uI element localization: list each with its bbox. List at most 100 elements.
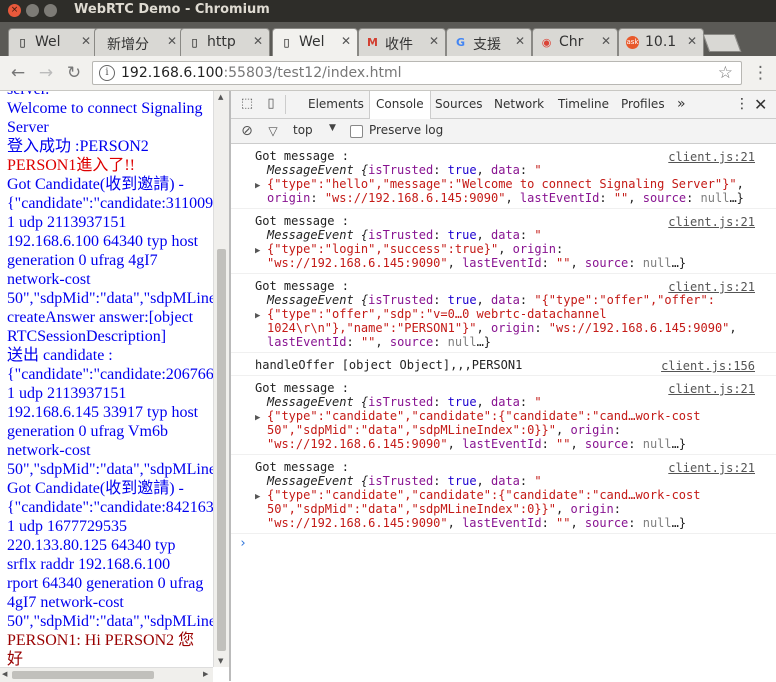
browser-tab[interactable]: G 支援 ✕ — [446, 28, 532, 56]
log-line: 1 udp 2113937151 — [7, 385, 127, 402]
source-link[interactable]: client.js:21 — [668, 215, 755, 229]
close-icon[interactable]: ✕ — [687, 34, 697, 48]
browser-tab[interactable]: ▯ http ✕ — [180, 28, 270, 56]
log-line: createAnswer answer:[object — [7, 309, 194, 326]
close-icon[interactable]: ✕ — [253, 34, 263, 48]
expand-triangle-icon[interactable]: ▶ — [255, 179, 260, 193]
log-line: {"candidate":"candidate:2067666 — [7, 366, 222, 383]
console-message: Got message : MessageEvent {isTrusted: tr… — [231, 376, 776, 455]
device-toolbar-icon[interactable]: ▯ — [263, 96, 279, 112]
doc-icon: ▯ — [19, 36, 26, 49]
console-line: 1024\r\n"},"name":"PERSON1"}", origin: "… — [267, 321, 737, 335]
log-line: 登入成功 :PERSON2 — [7, 138, 149, 155]
scroll-right-icon[interactable]: ▶ — [203, 670, 208, 678]
source-link[interactable]: client.js:156 — [661, 359, 755, 373]
console-line: "ws://192.168.6.145:9090", lastEventId: … — [267, 256, 687, 270]
source-link[interactable]: client.js:21 — [668, 150, 755, 164]
window-maximize-icon[interactable] — [44, 4, 57, 17]
vertical-scroll-thumb[interactable] — [217, 249, 226, 651]
url-text[interactable]: 192.168.6.100:55803/test12/index.html — [121, 65, 401, 81]
menu-icon[interactable]: ⋮ — [752, 63, 769, 83]
log-line: rport 64340 generation 0 ufrag — [7, 575, 204, 592]
console-line: origin: "ws://192.168.6.145:9090", lastE… — [267, 191, 744, 205]
log-line: PERSON1: Hi PERSON2 您 — [7, 632, 195, 649]
log-line: 220.133.80.125 64340 typ — [7, 537, 176, 554]
google-icon: G — [455, 36, 466, 49]
console-line: "ws://192.168.6.145:9090", lastEventId: … — [267, 516, 687, 530]
separator — [285, 95, 286, 114]
console-line: Got message : — [255, 381, 349, 395]
log-line: PERSON1進入了!! — [7, 157, 136, 174]
log-line: 1 udp 2113937151 — [7, 214, 127, 231]
close-icon[interactable]: ✕ — [515, 34, 525, 48]
page-viewport: server.Welcome to connect Signaling Serve… — [0, 91, 229, 681]
browser-tab-active[interactable]: ▯ Wel ✕ — [272, 28, 358, 56]
log-line: 50","sdpMid":"data","sdpMLine — [7, 613, 216, 630]
window-minimize-icon[interactable] — [26, 4, 39, 17]
window-close-icon[interactable]: × — [8, 4, 21, 17]
info-icon[interactable]: i — [99, 65, 115, 81]
log-line: 192.168.6.145 33917 typ host — [7, 404, 199, 421]
more-tabs-icon[interactable]: » — [677, 91, 686, 118]
tab-label: Wel — [299, 34, 325, 50]
new-tab-button[interactable] — [702, 34, 742, 52]
log-line: 50","sdpMid":"data","sdpMLine — [7, 461, 216, 478]
log-line: 送出 candidate : — [7, 347, 113, 364]
preserve-log-checkbox[interactable] — [350, 125, 363, 138]
browser-tab[interactable]: 新增分 ✕ — [94, 28, 184, 56]
tab-label: Wel — [35, 34, 61, 50]
expand-triangle-icon[interactable]: ▶ — [255, 411, 260, 425]
close-icon[interactable]: ✕ — [341, 34, 351, 48]
close-icon[interactable]: ✕ — [81, 34, 91, 48]
console-line: Got message : — [255, 149, 349, 163]
close-devtools-icon[interactable]: ✕ — [754, 91, 767, 118]
source-link[interactable]: client.js:21 — [668, 280, 755, 294]
bookmark-star-icon[interactable]: ☆ — [718, 63, 733, 83]
close-icon[interactable]: ✕ — [167, 34, 177, 48]
context-selector[interactable]: top ▼ — [293, 123, 336, 137]
console-line: {"type":"hello","message":"Welcome to co… — [267, 177, 744, 191]
close-icon[interactable]: ✕ — [601, 34, 611, 48]
page-horizontal-scrollbar[interactable]: ◀ ▶ — [0, 667, 213, 682]
console-prompt[interactable]: › — [239, 537, 776, 551]
devtools-menu-icon[interactable]: ⋮ — [735, 91, 749, 118]
forward-icon[interactable]: → — [36, 63, 56, 83]
back-icon[interactable]: ← — [8, 63, 28, 83]
console-line: {"type":"candidate","candidate":{"candid… — [267, 409, 701, 423]
doc-icon: ▯ — [283, 36, 290, 49]
filter-icon[interactable]: ▽ — [265, 123, 281, 139]
source-link[interactable]: client.js:21 — [668, 461, 755, 475]
console-line: MessageEvent {isTrusted: true, data: " — [267, 395, 542, 409]
tab-console[interactable]: Console — [369, 91, 431, 119]
address-bar[interactable]: i 192.168.6.100:55803/test12/index.html … — [92, 61, 742, 85]
log-line: network-cost — [7, 442, 91, 459]
browser-tab[interactable]: ▯ Wel ✕ — [8, 28, 98, 56]
expand-triangle-icon[interactable]: ▶ — [255, 309, 260, 323]
scroll-down-icon[interactable]: ▼ — [218, 657, 223, 665]
page-vertical-scrollbar[interactable]: ▲ ▼ — [213, 91, 230, 667]
tab-timeline[interactable]: Timeline — [558, 91, 609, 118]
tab-profiles[interactable]: Profiles — [621, 91, 665, 118]
reload-icon[interactable]: ↻ — [64, 63, 84, 83]
tab-sources[interactable]: Sources — [435, 91, 482, 118]
devtools-tabbar: ⬚ ▯ Elements Console Sources Network Tim… — [231, 91, 776, 119]
tab-label: http — [207, 34, 236, 50]
close-icon[interactable]: ✕ — [429, 34, 439, 48]
console-message: Got message : MessageEvent {isTrusted: tr… — [231, 455, 776, 534]
preserve-log-label: Preserve log — [369, 123, 444, 137]
log-line: Welcome to connect Signaling — [7, 100, 203, 117]
inspect-element-icon[interactable]: ⬚ — [239, 96, 255, 112]
clear-console-icon[interactable]: ⊘ — [239, 123, 255, 139]
browser-tab[interactable]: M 收件 ✕ — [358, 28, 446, 56]
horizontal-scroll-thumb[interactable] — [12, 671, 154, 679]
scroll-up-icon[interactable]: ▲ — [218, 93, 223, 101]
tab-network[interactable]: Network — [494, 91, 544, 118]
browser-tab[interactable]: ◉ Chr ✕ — [532, 28, 618, 56]
tab-elements[interactable]: Elements — [308, 91, 364, 118]
browser-tab[interactable]: ask 10.1 ✕ — [618, 28, 704, 56]
log-line: Got Candidate(收到邀請) - — [7, 480, 184, 497]
source-link[interactable]: client.js:21 — [668, 382, 755, 396]
expand-triangle-icon[interactable]: ▶ — [255, 490, 260, 504]
expand-triangle-icon[interactable]: ▶ — [255, 244, 260, 258]
scroll-left-icon[interactable]: ◀ — [2, 670, 7, 678]
